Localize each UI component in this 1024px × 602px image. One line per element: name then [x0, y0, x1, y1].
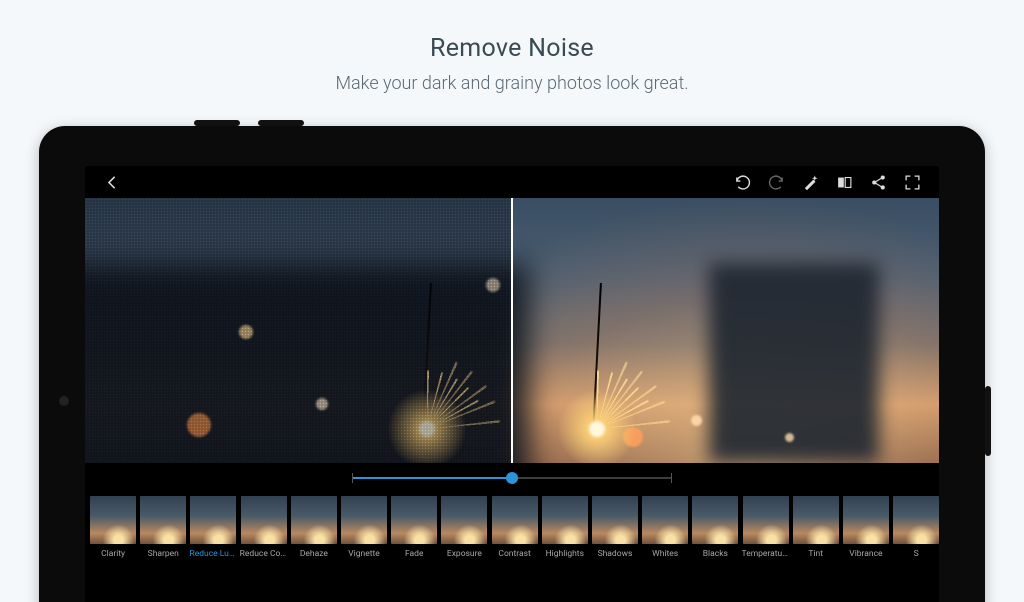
undo-button[interactable]	[725, 166, 759, 198]
hero-subtitle: Make your dark and grainy photos look gr…	[0, 73, 1024, 94]
correction-label: Highlights	[546, 549, 584, 559]
correction-vibrance[interactable]: Vibrance	[842, 496, 890, 559]
correction-label: Vignette	[348, 549, 380, 559]
app-screen: Clarity Sharpen Reduce Lumi..Reduce Colo..…	[85, 166, 939, 602]
correction-label: Reduce Colo..	[240, 549, 288, 559]
top-toolbar	[85, 166, 939, 198]
fullscreen-button[interactable]	[895, 166, 929, 198]
correction-vignette[interactable]: Vignette	[340, 496, 388, 559]
correction-fade[interactable]: Fade	[390, 496, 438, 559]
correction-dehaze[interactable]: Dehaze	[290, 496, 338, 559]
correction-label: Exposure	[447, 549, 482, 559]
correction-whites[interactable]: Whites	[641, 496, 689, 559]
correction-label: Reduce Lumi..	[189, 549, 237, 559]
correction-label: Dehaze	[300, 549, 328, 559]
tablet-camera	[59, 396, 69, 406]
correction-clarity[interactable]: Clarity	[89, 496, 137, 559]
correction-reduce-colo-[interactable]: Reduce Colo..	[240, 496, 288, 559]
compare-button[interactable]	[827, 166, 861, 198]
back-button[interactable]	[95, 166, 129, 198]
redo-button[interactable]	[759, 166, 793, 198]
correction-highlights[interactable]: Highlights	[541, 496, 589, 559]
auto-enhance-button[interactable]	[793, 166, 827, 198]
correction-label: Sharpen	[148, 549, 179, 559]
correction-label: Fade	[405, 549, 423, 559]
correction-label: Whites	[652, 549, 678, 559]
correction-shadows[interactable]: Shadows	[591, 496, 639, 559]
correction-label: Temperature	[742, 549, 790, 559]
correction-label: Tint	[808, 549, 823, 559]
tablet-side-button	[985, 386, 991, 456]
split-divider[interactable]	[511, 198, 513, 463]
correction-label: Vibrance	[849, 549, 882, 559]
correction-tint[interactable]: Tint	[792, 496, 840, 559]
slider-knob[interactable]	[506, 472, 518, 484]
correction-label: Blacks	[703, 549, 728, 559]
correction-label: S	[914, 549, 919, 559]
correction-temperature[interactable]: Temperature	[741, 496, 789, 559]
correction-reduce-lumi-[interactable]: Reduce Lumi..	[189, 496, 237, 559]
share-button[interactable]	[861, 166, 895, 198]
image-canvas[interactable]	[85, 198, 939, 463]
correction-label: Clarity	[101, 549, 125, 559]
hero-title: Remove Noise	[0, 34, 1024, 63]
corrections-strip[interactable]: Clarity Sharpen Reduce Lumi..Reduce Colo..…	[85, 493, 939, 579]
correction-contrast[interactable]: Contrast	[491, 496, 539, 559]
correction-label: Contrast	[498, 549, 530, 559]
tablet-frame: Clarity Sharpen Reduce Lumi..Reduce Colo..…	[39, 126, 985, 602]
adjust-slider[interactable]	[85, 463, 939, 493]
correction-exposure[interactable]: Exposure	[440, 496, 488, 559]
correction-sharpen[interactable]: Sharpen	[139, 496, 187, 559]
marketing-hero: Remove Noise Make your dark and grainy p…	[0, 34, 1024, 94]
tablet-hw-buttons	[194, 120, 304, 126]
correction-label: Shadows	[598, 549, 633, 559]
correction-s[interactable]: S	[892, 496, 939, 559]
correction-blacks[interactable]: Blacks	[691, 496, 739, 559]
